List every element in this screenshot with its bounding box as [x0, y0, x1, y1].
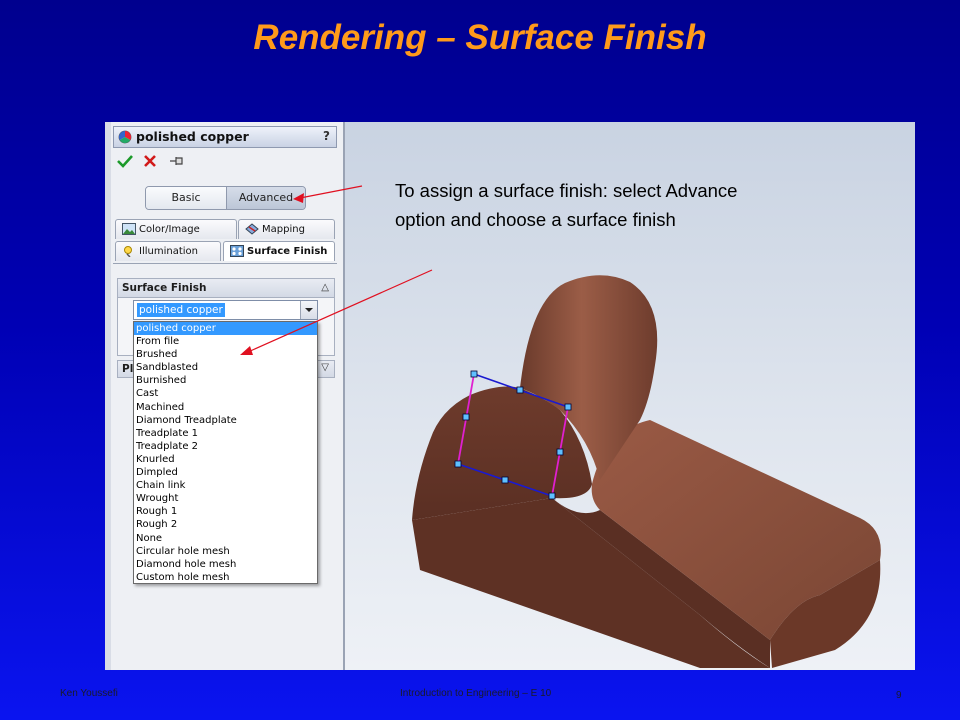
dropdown-option[interactable]: Cast: [134, 387, 317, 400]
dropdown-option[interactable]: polished copper: [134, 322, 317, 336]
dropdown-option[interactable]: Wrought: [134, 492, 317, 505]
slide-title: Rendering – Surface Finish: [253, 18, 707, 57]
expand-chevron-icon[interactable]: ▽: [321, 362, 329, 373]
dropdown-option[interactable]: Machined: [134, 401, 317, 414]
dropdown-option[interactable]: Chain link: [134, 479, 317, 492]
instruction-callout: To assign a surface finish: select Advan…: [395, 180, 738, 230]
dropdown-option[interactable]: Diamond Treadplate: [134, 414, 317, 427]
tab-color-image[interactable]: Color/Image: [115, 219, 237, 239]
page-number: 9: [896, 690, 902, 701]
mapping-icon: [245, 223, 259, 235]
surface-finish-dropdown-list: polished copper From file Brushed Sandbl…: [133, 321, 318, 584]
dropdown-option[interactable]: Rough 2: [134, 518, 317, 531]
close-icon[interactable]: [143, 154, 157, 173]
tab-mapping[interactable]: Mapping: [238, 219, 335, 239]
dropdown-option[interactable]: Knurled: [134, 453, 317, 466]
collapse-chevron-icon[interactable]: △: [321, 282, 329, 293]
advanced-button[interactable]: Advanced: [227, 187, 305, 209]
feature-tree-strip: [105, 122, 111, 670]
tab-label: Color/Image: [139, 224, 200, 235]
dropdown-option[interactable]: Treadplate 2: [134, 440, 317, 453]
tab-divider: [113, 263, 337, 264]
chevron-down-icon[interactable]: [300, 301, 317, 319]
dropdown-option[interactable]: Circular hole mesh: [134, 545, 317, 558]
action-buttons: [117, 154, 192, 173]
dropdown-option[interactable]: Sandblasted: [134, 361, 317, 374]
help-icon[interactable]: ?: [323, 129, 330, 143]
dropdown-option[interactable]: Custom hole mesh: [134, 571, 317, 584]
illumination-icon: [122, 245, 136, 258]
appearance-icon: [118, 130, 132, 144]
basic-advanced-toggle: Basic Advanced: [145, 186, 306, 210]
tab-label: Surface Finish: [247, 246, 328, 257]
dropdown-option[interactable]: Treadplate 1: [134, 427, 317, 440]
surface-finish-group-header[interactable]: Surface Finish: [118, 279, 334, 298]
footer-author: Ken Youssefi: [60, 688, 118, 699]
basic-button[interactable]: Basic: [146, 187, 227, 209]
color-image-icon: [122, 223, 136, 235]
surface-finish-select[interactable]: polished copper: [133, 300, 318, 320]
check-icon[interactable]: [117, 154, 133, 173]
dropdown-option[interactable]: None: [134, 532, 317, 545]
footer-course: Introduction to Engineering – E 10: [400, 688, 552, 699]
pushpin-icon[interactable]: [168, 154, 186, 173]
property-manager-header: polished copper ?: [113, 126, 337, 148]
tab-label: Mapping: [262, 224, 305, 235]
surface-finish-icon: [230, 245, 244, 257]
dropdown-option[interactable]: Brushed: [134, 348, 317, 361]
surface-finish-selected-value: polished copper: [137, 303, 225, 317]
dropdown-option[interactable]: From file: [134, 335, 317, 348]
property-manager-panel: polished copper ? Basic Advanced Color/I…: [105, 122, 345, 670]
tab-label: Illumination: [139, 246, 198, 257]
dropdown-option[interactable]: Burnished: [134, 374, 317, 387]
dropdown-option[interactable]: Rough 1: [134, 505, 317, 518]
tab-surface-finish[interactable]: Surface Finish: [223, 241, 335, 261]
property-manager-title: polished copper: [136, 129, 249, 144]
dropdown-option[interactable]: Diamond hole mesh: [134, 558, 317, 571]
tab-illumination[interactable]: Illumination: [115, 241, 221, 261]
dropdown-option[interactable]: Dimpled: [134, 466, 317, 479]
